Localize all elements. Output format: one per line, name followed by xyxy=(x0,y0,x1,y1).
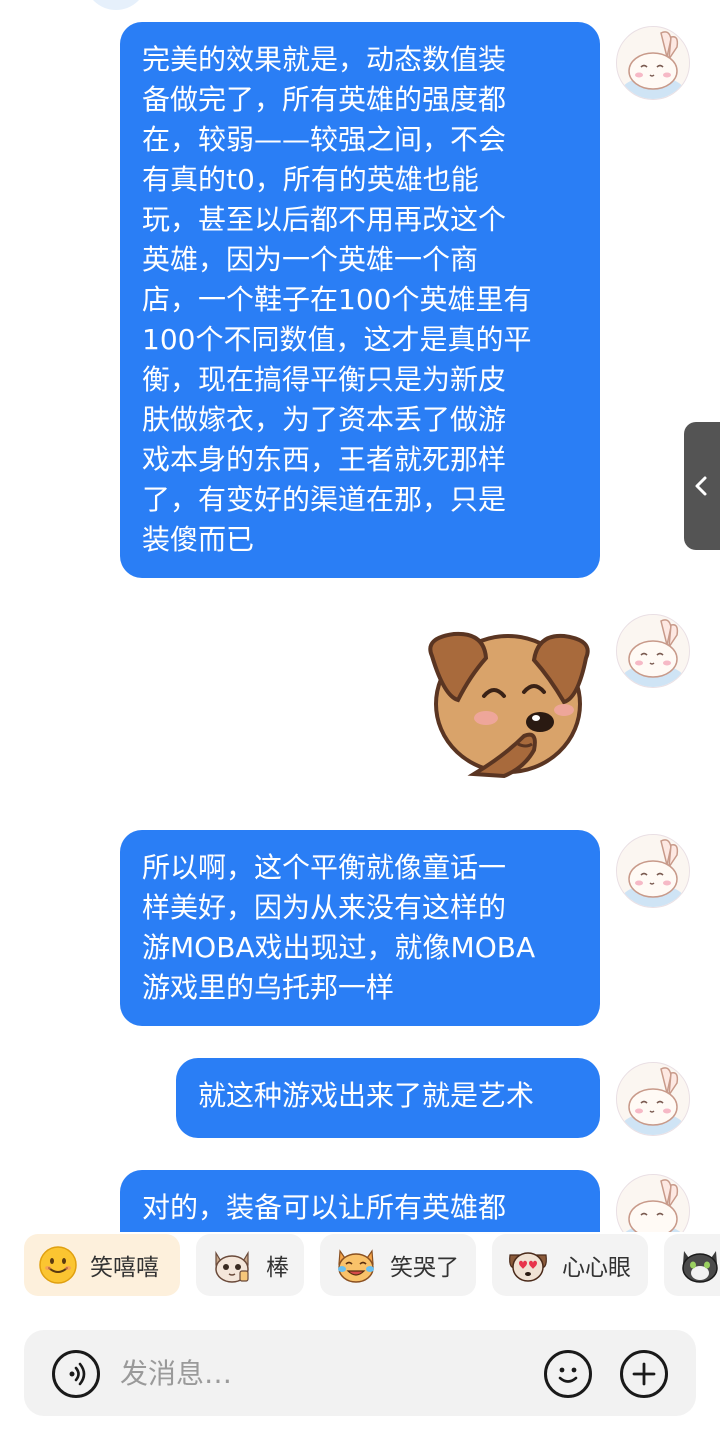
reaction-label: 笑哭了 xyxy=(390,1255,459,1281)
avatar[interactable] xyxy=(616,614,690,688)
bunny-avatar-icon xyxy=(617,1063,689,1135)
message-input[interactable]: 发消息… xyxy=(120,1350,520,1398)
cat-tears-of-joy-icon xyxy=(338,1249,374,1283)
add-button[interactable] xyxy=(620,1350,668,1398)
quick-reaction-xiaokule[interactable]: 笑哭了 xyxy=(320,1234,476,1296)
message-bubble-1[interactable]: 完美的效果就是，动态数值装 备做完了，所有英雄的强度都 在，较弱——较强之间，不… xyxy=(120,22,600,578)
partial-avatar[interactable] xyxy=(86,0,146,10)
avatar[interactable] xyxy=(616,834,690,908)
avatar[interactable] xyxy=(616,1062,690,1136)
message-input-bar: 发消息… xyxy=(24,1330,696,1416)
avatar[interactable] xyxy=(616,26,690,100)
grinning-face-icon xyxy=(39,1246,77,1284)
sticker-message[interactable] xyxy=(414,618,594,782)
bunny-avatar-icon xyxy=(617,615,689,687)
plus-icon xyxy=(632,1362,656,1386)
message-bubble-3[interactable]: 所以啊，这个平衡就像童话一 样美好，因为从来没有这样的 游MOBA戏出现过，就像… xyxy=(120,830,600,1026)
side-panel-handle[interactable] xyxy=(684,422,720,550)
cat-thumbs-up-icon xyxy=(215,1250,249,1283)
dog-laughing-sticker-icon xyxy=(428,631,590,779)
chevron-left-icon xyxy=(695,476,707,496)
reaction-label: 心心眼 xyxy=(562,1255,631,1281)
emoji-button[interactable] xyxy=(544,1350,592,1398)
emoji-icon xyxy=(558,1367,578,1383)
quick-reaction-xinxinyan[interactable]: 心心眼 xyxy=(492,1234,648,1296)
bunny-avatar-icon xyxy=(617,27,689,99)
reaction-label: 棒 xyxy=(266,1255,289,1281)
voice-button[interactable] xyxy=(52,1350,100,1398)
message-bubble-4[interactable]: 就这种游戏出来了就是艺术 xyxy=(176,1058,600,1138)
voice-icon xyxy=(69,1362,86,1386)
dog-heart-eyes-icon xyxy=(509,1252,547,1282)
quick-reaction-bang[interactable]: 棒 xyxy=(196,1234,304,1296)
quick-reaction-cat[interactable] xyxy=(664,1234,720,1296)
cat-icon xyxy=(682,1251,718,1283)
bunny-avatar-icon xyxy=(617,835,689,907)
quick-reaction-xiaoxixi[interactable]: 笑嘻嘻 xyxy=(24,1234,180,1296)
reaction-label: 笑嘻嘻 xyxy=(90,1255,159,1281)
